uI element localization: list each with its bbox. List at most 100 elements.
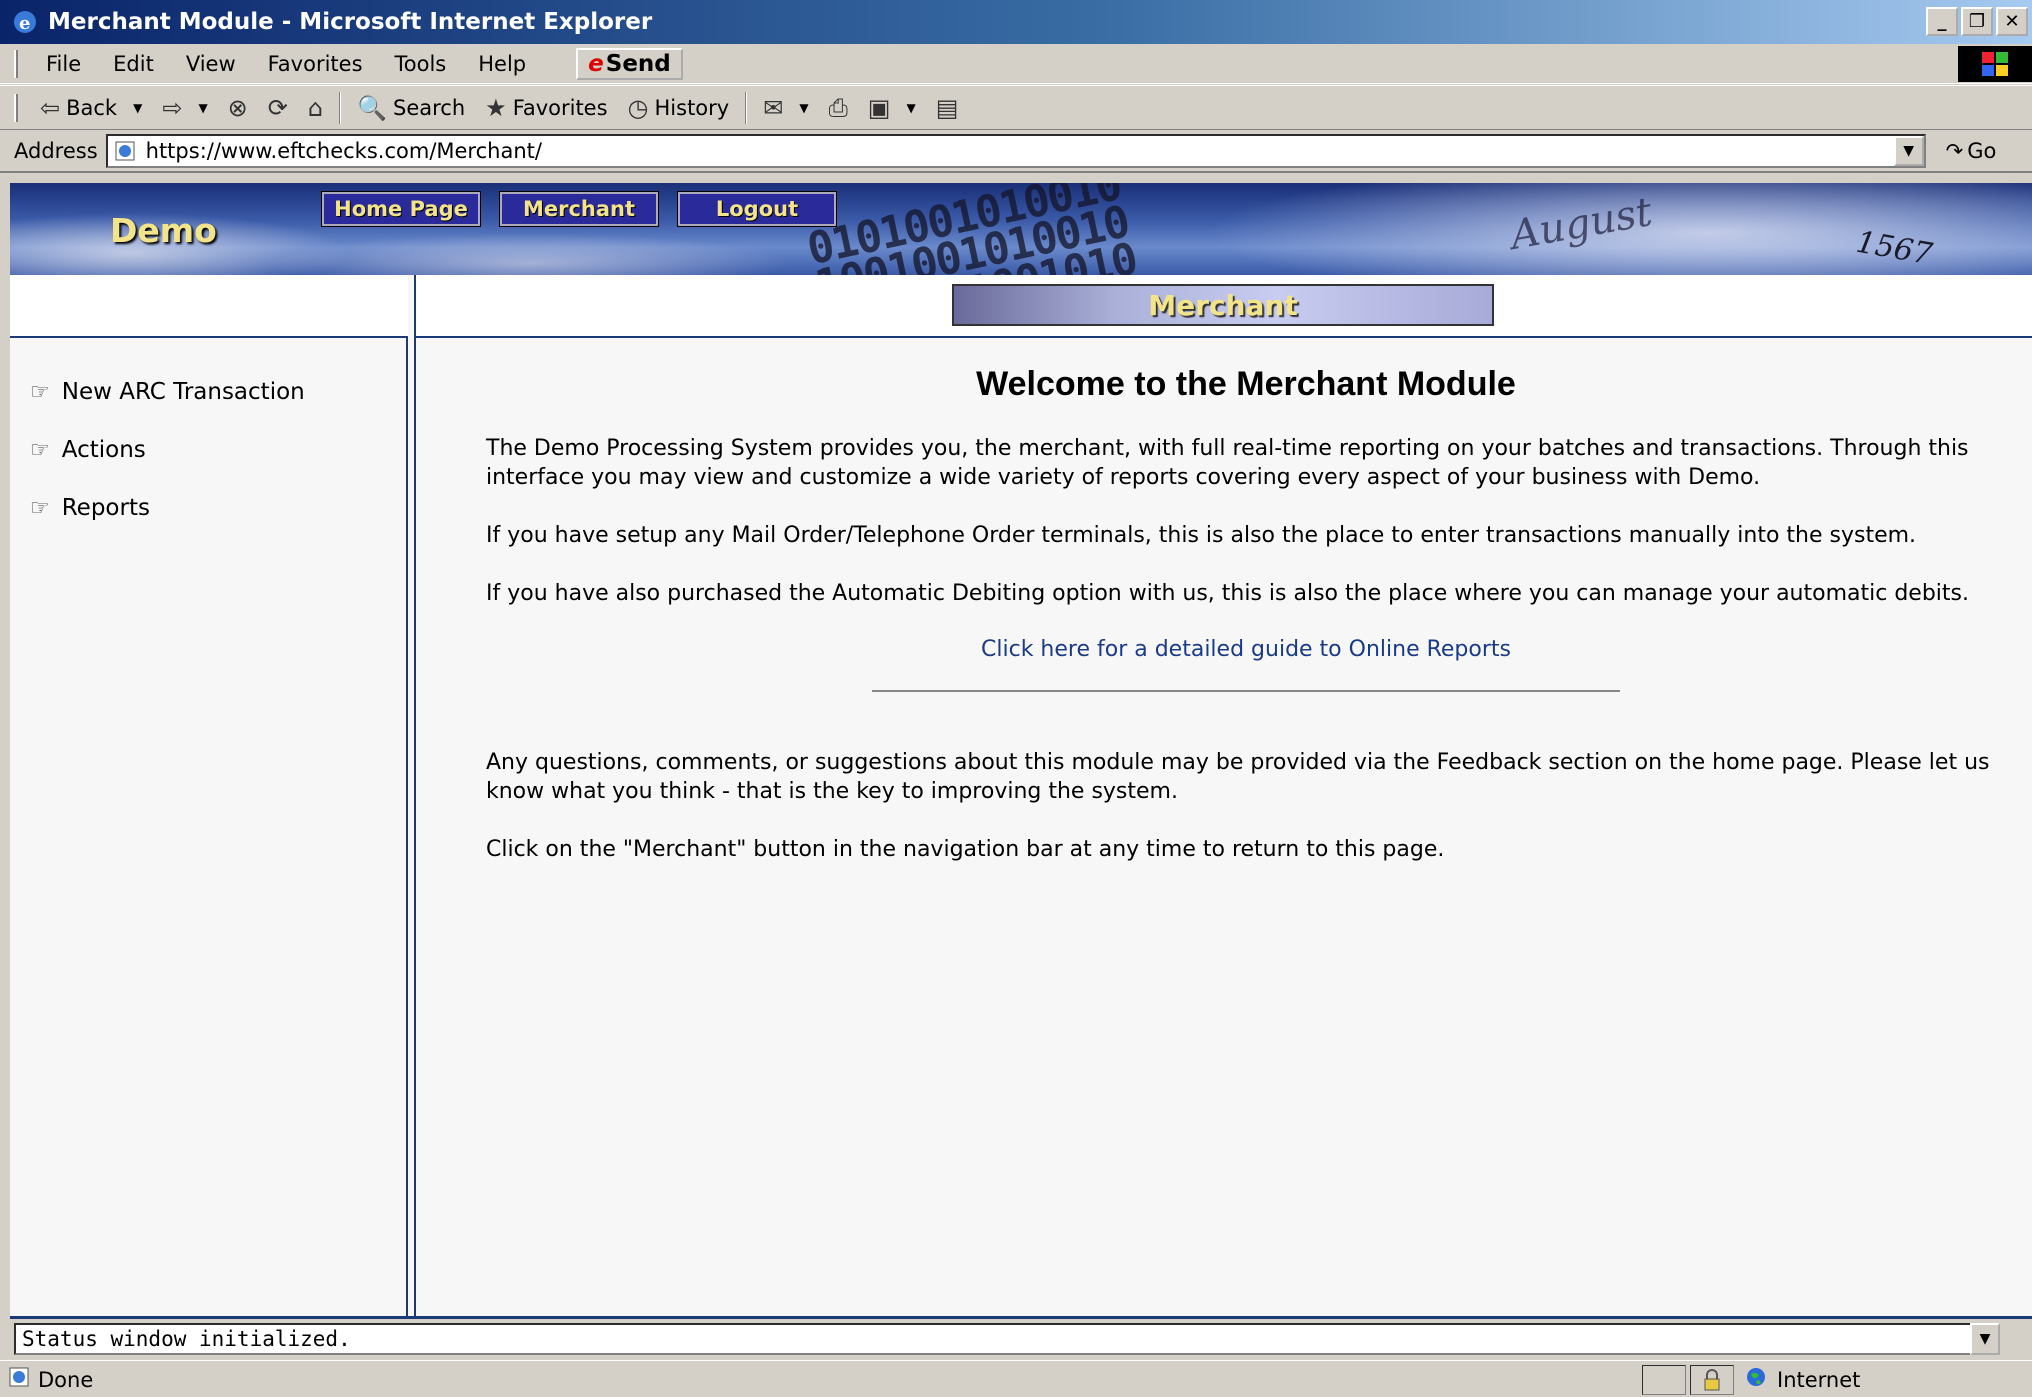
- status-done: Done: [8, 1366, 93, 1393]
- title-bar: e Merchant Module - Microsoft Internet E…: [0, 0, 2032, 44]
- site-banner: 010100101001010010010100100101001001010 …: [10, 183, 2032, 275]
- toolbar-separator: [339, 91, 342, 124]
- mail-dropdown-icon[interactable]: ▼: [799, 101, 808, 115]
- status-cell-progress: [1642, 1365, 1686, 1395]
- nav-merchant-button[interactable]: Merchant: [499, 191, 659, 227]
- history-icon: ◷: [627, 93, 649, 122]
- window-controls: _ ❐ ✕: [1926, 7, 2028, 36]
- search-button[interactable]: 🔍 Search: [347, 94, 475, 122]
- mail-icon: ✉: [763, 93, 784, 122]
- edit-dropdown-icon[interactable]: ▼: [906, 101, 915, 115]
- send-label: Send: [605, 50, 671, 77]
- sidebar-item-reports[interactable]: ☞ Reports: [30, 495, 150, 521]
- forward-button[interactable]: ⇨ ▼: [152, 94, 217, 122]
- sidebar-item-label: Reports: [61, 495, 150, 521]
- back-dropdown-icon[interactable]: ▼: [133, 101, 142, 115]
- menu-view[interactable]: View: [170, 52, 252, 76]
- content-divider: [872, 690, 1620, 692]
- svg-text:e: e: [19, 13, 30, 34]
- history-button[interactable]: ◷ History: [618, 94, 740, 122]
- menu-favorites[interactable]: Favorites: [252, 52, 379, 76]
- forward-dropdown-icon[interactable]: ▼: [198, 101, 207, 115]
- zone-label: Internet: [1777, 1367, 1861, 1392]
- print-button[interactable]: ⎙: [819, 94, 858, 122]
- security-zone: Internet: [1745, 1366, 1860, 1393]
- status-window-field[interactable]: Status window initialized.: [14, 1323, 1974, 1355]
- favorites-button[interactable]: ★ Favorites: [475, 94, 617, 122]
- page-icon: [112, 138, 138, 164]
- brand-name: Demo: [110, 211, 217, 250]
- windows-logo-icon: [1958, 46, 2032, 82]
- history-label: History: [654, 95, 730, 120]
- menu-tools[interactable]: Tools: [379, 52, 463, 76]
- address-label: Address: [14, 139, 98, 163]
- nav-home-page-button[interactable]: Home Page: [321, 191, 481, 227]
- refresh-icon: ⟳: [267, 93, 288, 122]
- toolbar-separator: [745, 91, 748, 124]
- go-button[interactable]: ↷ Go: [1946, 139, 1997, 163]
- left-panel-header: [10, 275, 408, 338]
- welcome-content: Welcome to the Merchant Module The Demo …: [486, 365, 2006, 893]
- pointer-hand-icon: ☞: [30, 495, 50, 521]
- go-label: Go: [1967, 139, 1997, 163]
- home-button[interactable]: ⌂: [298, 94, 333, 122]
- window-title: Merchant Module - Microsoft Internet Exp…: [48, 9, 653, 35]
- favorites-label: Favorites: [512, 95, 608, 120]
- search-label: Search: [393, 95, 466, 120]
- online-reports-guide-link[interactable]: Click here for a detailed guide to Onlin…: [486, 637, 2006, 662]
- restore-button[interactable]: ❐: [1961, 7, 1993, 36]
- toolbar-grip[interactable]: [14, 93, 18, 122]
- favorites-icon: ★: [485, 93, 507, 122]
- url-input[interactable]: [145, 139, 1846, 163]
- main-panel-header: Merchant: [416, 275, 2032, 338]
- send-button[interactable]: e Send: [576, 47, 683, 80]
- forward-arrow-icon: ⇨: [162, 93, 183, 122]
- return-paragraph: Click on the "Merchant" button in the na…: [486, 837, 1445, 862]
- menu-grip[interactable]: [14, 49, 18, 78]
- home-icon: ⌂: [307, 93, 324, 122]
- globe-icon: [1745, 1366, 1767, 1393]
- discuss-icon: ▤: [935, 93, 959, 122]
- mail-button[interactable]: ✉ ▼: [753, 94, 818, 122]
- stop-icon: ⊗: [227, 93, 248, 122]
- sidebar-item-label: Actions: [61, 437, 146, 463]
- standard-toolbar: ⇦ Back ▼ ⇨ ▼ ⊗ ⟳ ⌂ 🔍 Search ★ Favorites …: [0, 85, 2032, 130]
- back-arrow-icon: ⇦: [40, 93, 61, 122]
- back-button[interactable]: ⇦ Back ▼: [30, 94, 152, 122]
- back-label: Back: [66, 95, 118, 120]
- page-done-icon: [8, 1366, 30, 1393]
- minimize-button[interactable]: _: [1926, 7, 1958, 36]
- sidebar-item-label: New ARC Transaction: [61, 379, 305, 405]
- refresh-button[interactable]: ⟳: [258, 94, 298, 122]
- status-cell-secure: [1690, 1365, 1734, 1395]
- page-title: Welcome to the Merchant Module: [976, 365, 1516, 403]
- lock-icon: [1691, 1366, 1733, 1394]
- pointer-hand-icon: ☞: [30, 437, 50, 463]
- auto-debit-paragraph: If you have also purchased the Automatic…: [486, 581, 1969, 606]
- status-window: Status window initialized. ▼: [10, 1316, 2032, 1356]
- edit-word-button[interactable]: ▣ ▼: [858, 94, 926, 122]
- close-button[interactable]: ✕: [1996, 7, 2028, 36]
- address-field[interactable]: ▼: [105, 134, 1926, 168]
- address-dropdown-icon[interactable]: ▼: [1893, 136, 1924, 166]
- discuss-button[interactable]: ▤: [926, 94, 969, 122]
- nav-logout-button[interactable]: Logout: [677, 191, 837, 227]
- main-content-panel: Merchant Welcome to the Merchant Module …: [414, 275, 2032, 1316]
- status-window-dropdown-icon[interactable]: ▼: [1970, 1323, 2000, 1355]
- menu-file[interactable]: File: [30, 52, 97, 76]
- sidebar-item-actions[interactable]: ☞ Actions: [30, 437, 146, 463]
- left-navigation-panel: ☞ New ARC Transaction ☞ Actions ☞ Report…: [10, 275, 408, 1316]
- web-page: 010100101001010010010100100101001001010 …: [10, 183, 2032, 1316]
- moto-paragraph: If you have setup any Mail Order/Telepho…: [486, 523, 1917, 548]
- menu-help[interactable]: Help: [462, 52, 542, 76]
- feedback-paragraph: Any questions, comments, or suggestions …: [486, 750, 1990, 804]
- sidebar-item-new-arc-transaction[interactable]: ☞ New ARC Transaction: [30, 379, 305, 405]
- intro-paragraph: The Demo Processing System provides you,…: [486, 436, 1969, 490]
- menu-edit[interactable]: Edit: [97, 52, 170, 76]
- address-bar: Address ▼ ↷ Go: [0, 131, 2032, 173]
- search-icon: 🔍: [357, 93, 388, 122]
- pointer-hand-icon: ☞: [30, 379, 50, 405]
- stop-button[interactable]: ⊗: [218, 94, 258, 122]
- menu-bar: File Edit View Favorites Tools Help e Se…: [0, 44, 2032, 84]
- status-bar: Done Internet: [0, 1360, 2032, 1397]
